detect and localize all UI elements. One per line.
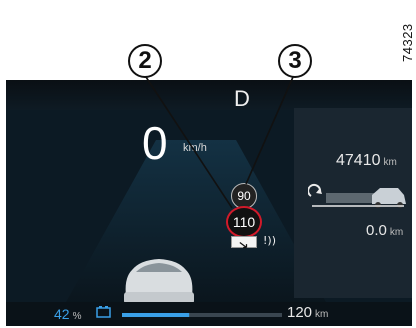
range: 120 km bbox=[287, 304, 328, 321]
trip-unit: km bbox=[389, 227, 404, 238]
gear-indicator: D bbox=[234, 86, 250, 111]
alert-icon: !)) bbox=[263, 234, 276, 247]
vehicle-rear-icon bbox=[124, 259, 194, 310]
odometer-unit: km bbox=[383, 157, 397, 168]
battery-percent-value: 42 bbox=[54, 306, 70, 322]
range-value: 120 bbox=[287, 304, 313, 321]
range-unit: km bbox=[315, 309, 329, 320]
odometer-value: 47410 bbox=[336, 152, 381, 169]
speed-limit-primary: 110 bbox=[226, 206, 262, 238]
callout-3: 3 bbox=[278, 44, 312, 78]
battery-percent-unit: % bbox=[72, 311, 82, 322]
vehicle-side-icon bbox=[372, 188, 406, 208]
battery-icon bbox=[96, 306, 111, 318]
trip-reset-icon bbox=[308, 183, 406, 208]
instrument-cluster: D 0 km/h 47410km 0.0km 90 110 !)) 42% bbox=[6, 80, 412, 326]
speed-value: 0 bbox=[142, 117, 168, 169]
reference-code: 74323 bbox=[400, 23, 415, 62]
odometer: 47410 km bbox=[336, 152, 397, 170]
trip-value: 0.0 bbox=[366, 222, 387, 239]
battery-gauge bbox=[122, 313, 282, 317]
sub-panel-icon bbox=[231, 236, 257, 249]
battery-gauge-fill bbox=[122, 313, 190, 317]
battery-percent: 42% bbox=[54, 306, 81, 322]
callout-2: 2 bbox=[128, 44, 162, 78]
trip-distance: 0.0 km bbox=[366, 222, 403, 239]
speed-unit: km/h bbox=[183, 142, 207, 154]
